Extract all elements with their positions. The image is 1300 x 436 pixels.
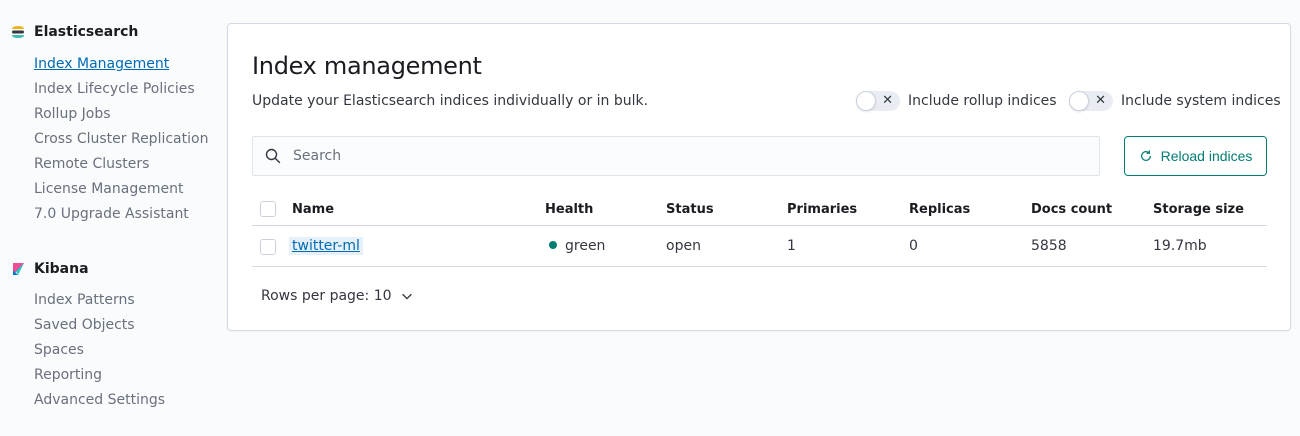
index-health-cell: green [549,238,605,254]
column-header-primaries[interactable]: Primaries [787,202,857,217]
select-all-checkbox[interactable] [260,201,276,217]
search-input[interactable] [293,148,1073,164]
rollup-indices-label[interactable]: Include rollup indices [908,93,1057,109]
sidebar-item-index-patterns[interactable]: Index Patterns [34,288,165,313]
sidebar-item-saved-objects[interactable]: Saved Objects [34,313,165,338]
column-header-storage-size[interactable]: Storage size [1153,202,1244,217]
reload-indices-button[interactable]: Reload indices [1124,136,1267,176]
index-health-value: green [565,238,606,254]
sidebar-item-rollup-jobs[interactable]: Rollup Jobs [34,102,208,127]
kibana-logo-icon [10,261,26,277]
row-select-checkbox[interactable] [260,239,276,255]
column-header-replicas[interactable]: Replicas [909,202,970,217]
sidebar: Elasticsearch Index Management Index Lif… [0,0,226,436]
sidebar-item-reporting[interactable]: Reporting [34,363,165,388]
search-box [252,136,1100,176]
elasticsearch-logo-icon [10,24,26,40]
index-status-cell: open [666,238,701,254]
close-icon: ✕ [882,93,893,108]
close-icon: ✕ [1095,93,1106,108]
rollup-toggle-group: ✕ Include rollup indices [856,91,1057,111]
rows-per-page-label: Rows per page: 10 [261,288,392,304]
table-header-row: Name Health Status Primaries Replicas Do… [252,194,1267,226]
switch-knob [1069,91,1089,111]
refresh-icon [1140,150,1151,161]
column-header-name[interactable]: Name [292,202,334,217]
sidebar-item-upgrade-assistant[interactable]: 7.0 Upgrade Assistant [34,202,208,227]
index-docs-count-cell: 5858 [1031,238,1067,254]
page-description: Update your Elasticsearch indices indivi… [252,93,649,109]
search-icon [265,148,281,164]
sidebar-item-spaces[interactable]: Spaces [34,338,165,363]
sidebar-list-elasticsearch: Index Management Index Lifecycle Policie… [34,52,208,227]
column-header-health[interactable]: Health [545,202,593,217]
rows-per-page-selector[interactable]: Rows per page: 10 [261,288,414,304]
sidebar-item-index-management[interactable]: Index Management [34,52,208,77]
index-storage-size-cell: 19.7mb [1153,238,1207,254]
index-replicas-cell: 0 [909,238,918,254]
indices-table: Name Health Status Primaries Replicas Do… [252,194,1267,267]
rollup-indices-switch[interactable]: ✕ [856,91,900,111]
index-name-cell: twitter-ml [289,237,363,255]
chevron-down-icon [401,293,412,300]
index-management-panel: Index management Update your Elasticsear… [227,23,1291,331]
sidebar-item-index-lifecycle-policies[interactable]: Index Lifecycle Policies [34,77,208,102]
sidebar-group-title: Elasticsearch [34,24,139,40]
page-title: Index management [252,52,482,80]
index-name-link[interactable]: twitter-ml [289,237,363,255]
system-indices-switch[interactable]: ✕ [1069,91,1113,111]
sidebar-item-advanced-settings[interactable]: Advanced Settings [34,388,165,413]
sidebar-item-license-management[interactable]: License Management [34,177,208,202]
reload-indices-label: Reload indices [1160,148,1253,164]
system-indices-label[interactable]: Include system indices [1121,93,1281,109]
sidebar-group-elasticsearch: Elasticsearch [10,24,138,40]
table-row: twitter-ml green open 1 0 5858 19.7mb [252,226,1267,267]
sidebar-item-remote-clusters[interactable]: Remote Clusters [34,152,208,177]
column-header-status[interactable]: Status [666,202,714,217]
sidebar-group-kibana: Kibana [10,261,89,277]
health-status-dot-icon [549,241,557,249]
sidebar-item-cross-cluster-replication[interactable]: Cross Cluster Replication [34,127,208,152]
app-root: Elasticsearch Index Management Index Lif… [0,0,1300,436]
index-primaries-cell: 1 [787,238,796,254]
switch-knob [856,91,876,111]
system-toggle-group: ✕ Include system indices [1069,91,1281,111]
sidebar-list-kibana: Index Patterns Saved Objects Spaces Repo… [34,288,165,413]
sidebar-group-title: Kibana [34,261,89,277]
column-header-docs-count[interactable]: Docs count [1031,202,1112,217]
